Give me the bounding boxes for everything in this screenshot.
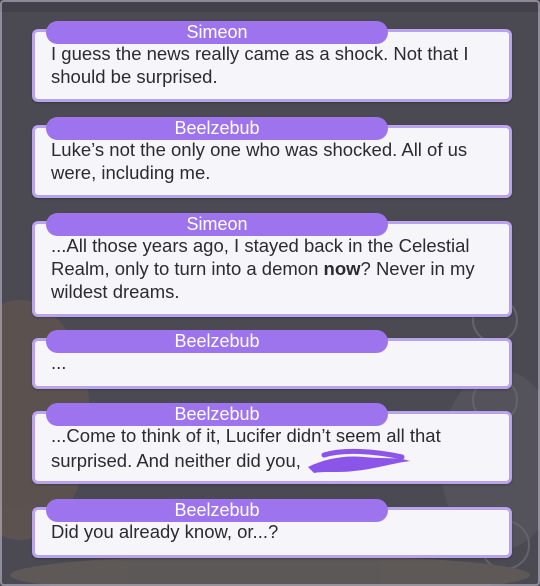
redaction-scribble (308, 448, 411, 473)
dialogue-text: I guess the news really came as a shock.… (51, 43, 469, 87)
speaker-tag: Simeon (46, 213, 388, 236)
speaker-tag: Beelzebub (46, 330, 388, 353)
dialogue-text: Luke’s not the only one who was shocked.… (51, 139, 468, 183)
dialogue-emphasis: now (323, 258, 361, 279)
speaker-tag: Beelzebub (46, 499, 388, 522)
speaker-tag: Beelzebub (46, 403, 388, 426)
speaker-tag: Simeon (46, 21, 388, 44)
speaker-tag: Beelzebub (46, 117, 388, 140)
dialogue-text: Did you already know, or...? (51, 521, 279, 542)
dialogue-text: ... (51, 352, 67, 373)
